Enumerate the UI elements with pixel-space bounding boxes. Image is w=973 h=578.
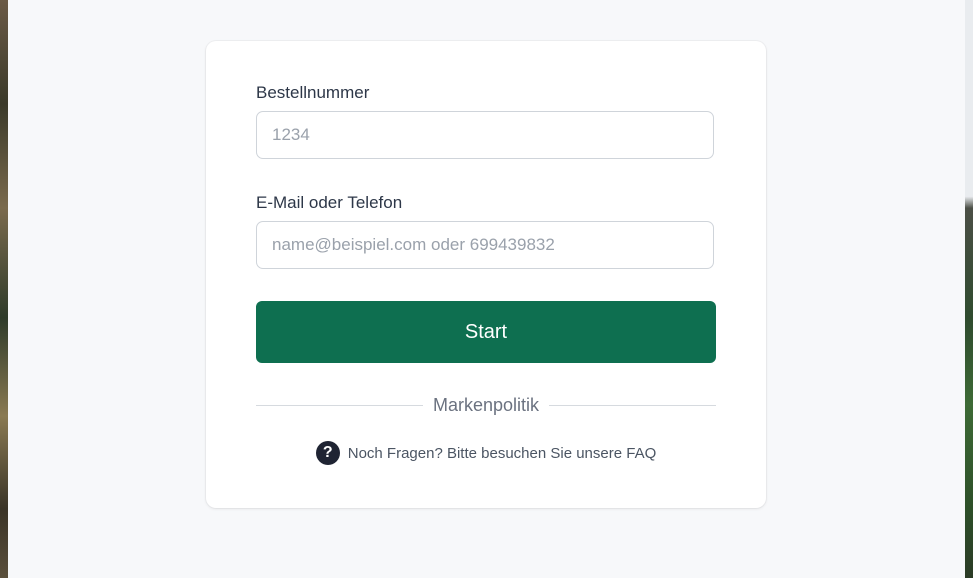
order-lookup-card: Bestellnummer E-Mail oder Telefon Start …	[206, 41, 766, 508]
start-button[interactable]: Start	[256, 301, 716, 363]
background-photo-left	[0, 0, 8, 578]
background-photo-right	[965, 0, 973, 578]
brand-policy-divider: Markenpolitik	[256, 393, 717, 417]
faq-row: ? Noch Fragen? Bitte besuchen Sie unsere…	[206, 440, 766, 466]
order-number-field-wrapper	[256, 111, 714, 159]
contact-field-wrapper	[256, 221, 714, 269]
question-circle-icon: ?	[315, 441, 340, 465]
contact-label: E-Mail oder Telefon	[256, 193, 403, 212]
order-number-input[interactable]	[257, 112, 713, 158]
brand-policy-link[interactable]: Markenpolitik	[423, 395, 549, 416]
email-or-phone-input[interactable]	[257, 222, 713, 268]
order-number-label: Bestellnummer	[256, 83, 370, 102]
divider-line-left	[256, 404, 423, 406]
faq-link[interactable]: Noch Fragen? Bitte besuchen Sie unsere F…	[348, 445, 657, 462]
divider-line-right	[549, 404, 717, 406]
page-background: Bestellnummer E-Mail oder Telefon Start …	[8, 0, 965, 578]
